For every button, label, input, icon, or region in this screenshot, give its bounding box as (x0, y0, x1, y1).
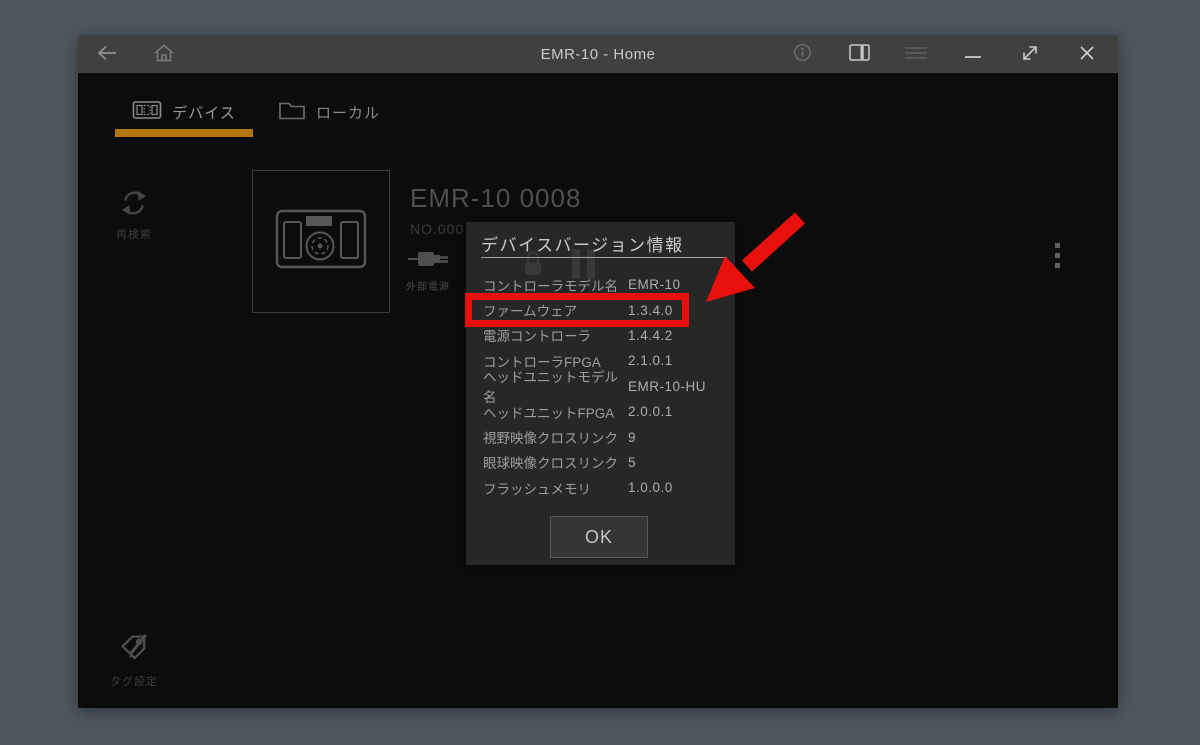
kebab-dot (1055, 253, 1060, 258)
minimize-icon (964, 43, 982, 66)
row-value: 2.0.0.1 (628, 404, 725, 419)
close-icon (1078, 44, 1096, 65)
rescan-button[interactable]: 再検索 (104, 188, 164, 242)
version-table: コントローラモデル名 EMR-10 ファームウェア 1.3.4.0 電源コントロ… (483, 272, 725, 501)
row-label: コントローラモデル名 (483, 275, 628, 295)
version-row-power-controller: 電源コントローラ 1.4.4.2 (483, 323, 725, 348)
row-value: 2.1.0.1 (628, 353, 725, 368)
menu-icon (904, 45, 928, 64)
rescan-label: 再検索 (104, 226, 164, 242)
version-row-firmware: ファームウェア 1.3.4.0 (483, 297, 725, 322)
device-card[interactable] (252, 170, 390, 313)
external-power-status: 外部電源 (398, 246, 458, 293)
version-row-flash-memory: フラッシュメモリ 1.0.0.0 (483, 475, 725, 500)
row-label: 電源コントローラ (483, 325, 628, 345)
tab-local-label: ローカル (316, 102, 380, 123)
close-button[interactable] (1072, 39, 1102, 69)
tag-settings-button[interactable]: タグ設定 (104, 631, 164, 689)
dialog-title: デバイスバージョン情報 (481, 231, 684, 256)
maximize-button[interactable] (1015, 39, 1045, 69)
info-button[interactable] (787, 39, 817, 69)
device-tab-icon (132, 100, 162, 125)
app-window: EMR-10 - Home (78, 35, 1118, 708)
version-row-headunit-model: ヘッドユニットモデル名 EMR-10-HU (483, 374, 725, 399)
tab-devices[interactable]: デバイス (115, 95, 253, 137)
version-row-controller-model: コントローラモデル名 EMR-10 (483, 272, 725, 297)
tag-settings-label: タグ設定 (104, 673, 164, 689)
minimize-button[interactable] (958, 39, 988, 69)
refresh-icon (119, 205, 149, 222)
active-tab-underline (115, 129, 253, 137)
maximize-icon (1020, 43, 1040, 66)
info-icon (793, 43, 812, 65)
folder-icon (278, 99, 306, 125)
kebab-dot (1055, 263, 1060, 268)
tab-local[interactable]: ローカル (273, 95, 385, 137)
device-name: EMR-10 0008 (410, 183, 581, 214)
row-value: 1.0.0.0 (628, 480, 725, 495)
row-label: 眼球映像クロスリンク (483, 452, 628, 472)
menu-button[interactable] (901, 39, 931, 69)
row-value: 1.3.4.0 (628, 303, 725, 318)
row-value: 1.4.4.2 (628, 328, 725, 343)
row-value: 5 (628, 455, 725, 470)
version-row-view-crosslink: 視野映像クロスリンク 9 (483, 424, 725, 449)
row-label: ヘッドユニットモデル名 (483, 366, 628, 406)
device-version-dialog: デバイスバージョン情報 コントローラモデル名 EMR-10 ファームウェア 1.… (466, 222, 735, 565)
manual-button[interactable] (844, 39, 874, 69)
titlebar: EMR-10 - Home (78, 35, 1118, 73)
version-row-headunit-fpga: ヘッドユニットFPGA 2.0.0.1 (483, 399, 725, 424)
row-value: EMR-10-HU (628, 379, 725, 394)
tab-devices-label: デバイス (172, 102, 236, 123)
manual-book-icon (848, 43, 871, 65)
power-plug-icon (406, 259, 450, 276)
external-power-label: 外部電源 (398, 278, 458, 293)
device-image-icon (275, 209, 367, 274)
kebab-dot (1055, 243, 1060, 248)
row-label: ヘッドユニットFPGA (483, 402, 628, 422)
ok-button[interactable]: OK (550, 516, 648, 558)
row-label: 視野映像クロスリンク (483, 427, 628, 447)
row-value: EMR-10 (628, 277, 725, 292)
device-serial: NO.000 (410, 221, 464, 237)
device-menu-button[interactable] (1048, 238, 1066, 272)
version-row-eye-crosslink: 眼球映像クロスリンク 5 (483, 450, 725, 475)
tag-pencil-icon (117, 652, 151, 669)
row-label: フラッシュメモリ (483, 478, 628, 498)
row-label: ファームウェア (483, 300, 628, 320)
dialog-title-divider (481, 257, 727, 258)
row-value: 9 (628, 430, 725, 445)
